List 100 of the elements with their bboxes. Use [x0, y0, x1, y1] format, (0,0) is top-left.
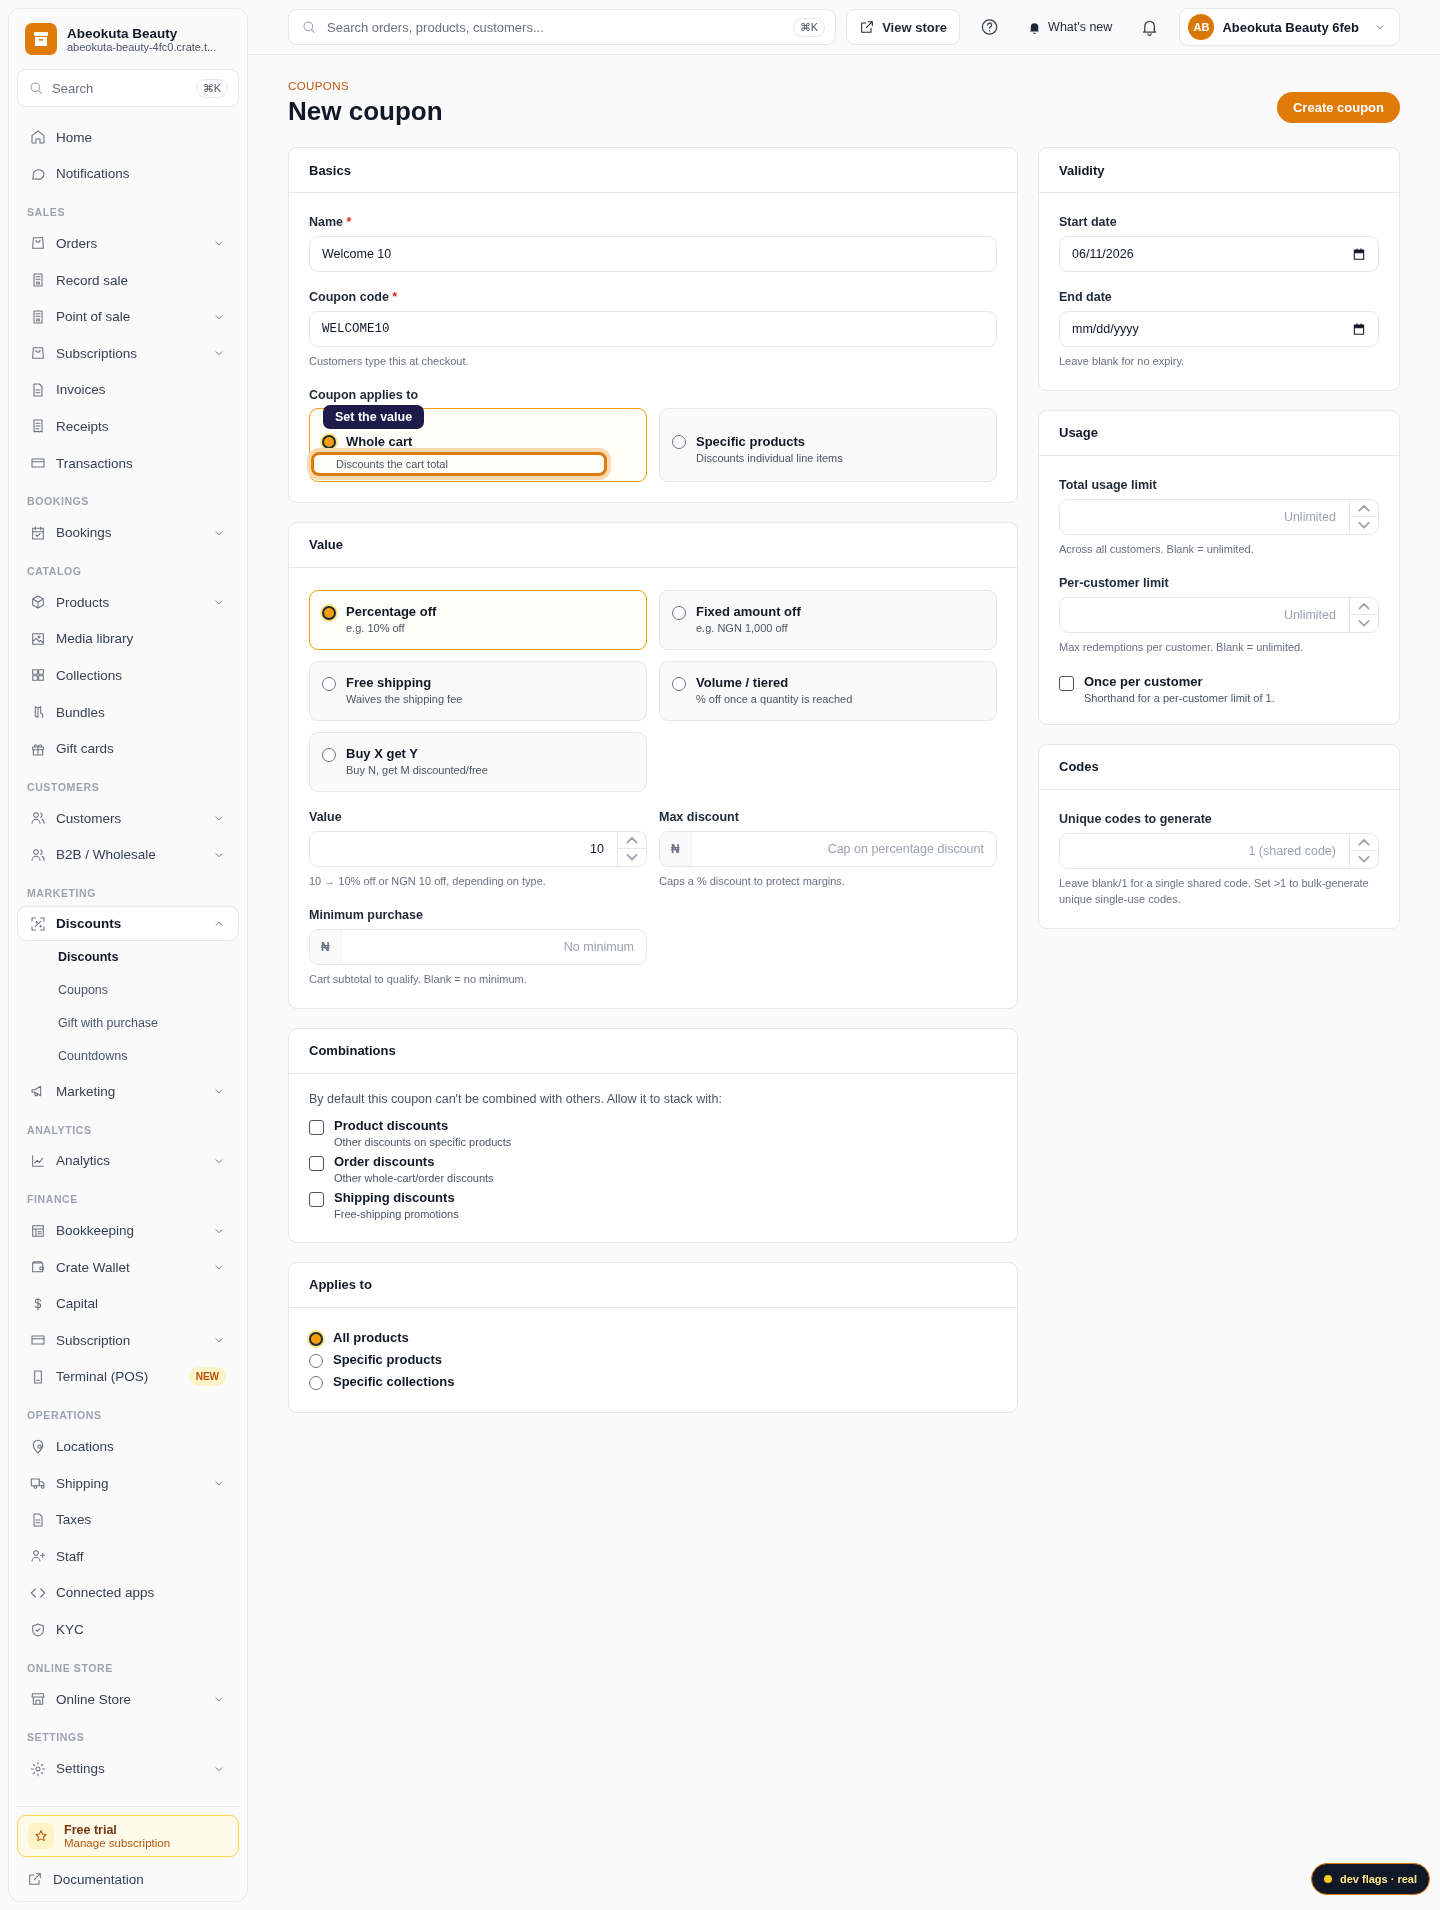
whats-new-button[interactable]: What's new [1019, 19, 1121, 35]
sidebar-item[interactable]: Products [17, 583, 239, 621]
external-link-icon [27, 1871, 43, 1887]
calendar-icon[interactable] [1351, 321, 1367, 337]
sidebar-item[interactable]: B2B / Wholesale [17, 836, 239, 874]
checkbox[interactable] [309, 1191, 324, 1207]
sidebar-item[interactable]: Capital [17, 1285, 239, 1323]
store-domain: abeokuta-beauty-4fc0.crate.t... [67, 40, 217, 53]
view-store-button[interactable]: View store [846, 9, 960, 45]
sidebar-item[interactable]: Subscriptions [17, 334, 239, 372]
status-dot [1323, 1875, 1332, 1883]
radio-button[interactable] [309, 1353, 323, 1368]
sidebar-item[interactable]: Home [17, 119, 239, 156]
help-text: Cart subtotal to qualify. Blank = no minimum. [309, 971, 528, 987]
sidebar-item[interactable]: Bundles [17, 693, 239, 731]
radio-button[interactable] [672, 605, 686, 620]
sidebar-item[interactable]: Shipping [17, 1464, 239, 1502]
sidebar-subitem[interactable]: Coupons [17, 974, 239, 1008]
radio-button[interactable] [672, 434, 686, 449]
option-title: Volume / tiered [696, 674, 790, 690]
card-title: Validity [1039, 148, 1399, 193]
radio-button[interactable] [309, 1375, 323, 1390]
sidebar-item[interactable]: Crate Wallet [17, 1248, 239, 1286]
sidebar-item[interactable]: Customers [17, 799, 239, 837]
sidebar-item[interactable]: Locations [17, 1428, 239, 1465]
sidebar-item[interactable]: KYC [17, 1611, 239, 1648]
sidebar-item[interactable]: Settings [17, 1750, 239, 1787]
calendar-icon[interactable] [1351, 246, 1367, 262]
field-label: Unique codes to generate [1059, 811, 1213, 826]
sidebar-item[interactable]: Notifications [17, 155, 239, 193]
option-card[interactable]: Percentage off e.g. 10% off [309, 589, 647, 650]
free-trial-card[interactable]: Free trial Manage subscription [17, 1815, 239, 1857]
sidebar-item[interactable]: Connected apps [17, 1574, 239, 1612]
sidebar-item[interactable]: Subscription [17, 1322, 239, 1359]
sidebar-item[interactable]: Media library [17, 620, 239, 658]
checkbox[interactable] [309, 1119, 324, 1135]
sidebar-item[interactable]: Orders [17, 225, 239, 262]
option-title: Fixed amount off [696, 603, 801, 619]
sidebar-item[interactable]: Terminal (POS) NEW [17, 1358, 239, 1396]
bag-icon [30, 345, 46, 362]
coupon-code-field[interactable]: WELCOME10 [309, 311, 997, 347]
sidebar-item[interactable]: Invoices [17, 371, 239, 409]
sidebar-item[interactable]: Staff [17, 1538, 239, 1575]
sidebar-subitem[interactable]: Gift with purchase [17, 1007, 239, 1041]
sidebar-item[interactable]: Record sale [17, 261, 239, 299]
option-card[interactable]: Free shipping Waives the shipping fee [309, 660, 647, 721]
sidebar-item[interactable]: Online Store [17, 1680, 239, 1718]
number-field[interactable]: Unlimited [1059, 596, 1379, 633]
sidebar-item[interactable]: Taxes [17, 1501, 239, 1539]
radio-button[interactable] [322, 434, 336, 449]
sidebar-item[interactable]: Gift cards [17, 730, 239, 767]
section-heading: BOOKINGS [26, 494, 90, 510]
sidebar-item[interactable]: Bookings [17, 514, 239, 551]
search-field[interactable]: Search orders, products, customers... ⌘K [288, 9, 837, 45]
option-card[interactable]: Specific products Discounts individual line items [659, 407, 997, 482]
sidebar-item[interactable]: Collections [17, 657, 239, 694]
sidebar-item[interactable]: Analytics [17, 1142, 239, 1180]
radio-button[interactable] [322, 605, 336, 620]
radio-button[interactable] [322, 747, 336, 762]
radio-button[interactable] [322, 676, 336, 691]
sidebar-item[interactable]: Marketing [17, 1073, 239, 1110]
sidebar-item[interactable]: Receipts [17, 408, 239, 445]
settings-icon [30, 1760, 46, 1777]
sidebar-subitem[interactable]: Countdowns [17, 1040, 239, 1074]
documentation-link[interactable]: Documentation [17, 1865, 239, 1893]
radio-label: Specific products [333, 1352, 443, 1368]
option-description: e.g. NGN 1,000 off [696, 621, 789, 634]
card-title: Combinations [289, 1028, 1017, 1074]
search-placeholder: Search [52, 80, 95, 96]
new-badge: NEW [188, 1367, 226, 1387]
sidebar-item[interactable]: Discounts [17, 906, 239, 942]
sidebar-subitem[interactable]: Discounts [17, 941, 239, 975]
option-card[interactable]: Fixed amount off e.g. NGN 1,000 off [659, 589, 997, 650]
option-card[interactable]: Volume / tiered % off once a quantity is reached [659, 660, 997, 721]
option-card[interactable]: Buy X get Y Buy N, get M discounted/free [309, 731, 647, 792]
number-field[interactable]: Unlimited [1059, 498, 1379, 535]
manage-subscription-link[interactable]: Manage subscription [64, 1837, 171, 1849]
number-field[interactable]: 1 (shared code) [1059, 832, 1379, 869]
card-title: Applies to [289, 1262, 1017, 1308]
search-field[interactable]: Search ⌘K [17, 69, 239, 107]
value-field[interactable]: 10 [309, 830, 647, 867]
account-menu[interactable]: AB Abeokuta Beauty 6feb [1179, 8, 1400, 46]
sidebar-item[interactable]: Transactions [17, 444, 239, 482]
field-label: Total usage limit [1059, 477, 1158, 492]
line-chart-icon [30, 1153, 46, 1169]
pin-icon [30, 1438, 46, 1455]
dev-flags-badge[interactable]: dev flags · real [1310, 1863, 1430, 1895]
help-icon[interactable] [979, 17, 1000, 37]
start-date-field[interactable]: 06/11/2026 [1059, 236, 1379, 272]
name-field[interactable]: Welcome 10 [309, 236, 997, 272]
radio-button[interactable] [672, 676, 686, 691]
radio-button[interactable] [309, 1331, 323, 1346]
end-date-field[interactable]: mm/dd/yyyy [1059, 311, 1379, 347]
option-title: Free shipping [346, 674, 433, 690]
checkbox[interactable] [309, 1155, 324, 1171]
sidebar-item[interactable]: Bookkeeping [17, 1212, 239, 1249]
user-plus-icon [30, 1548, 46, 1565]
checkbox[interactable] [1059, 675, 1074, 691]
truck-icon [30, 1475, 46, 1492]
sidebar-item[interactable]: Point of sale [17, 298, 239, 335]
